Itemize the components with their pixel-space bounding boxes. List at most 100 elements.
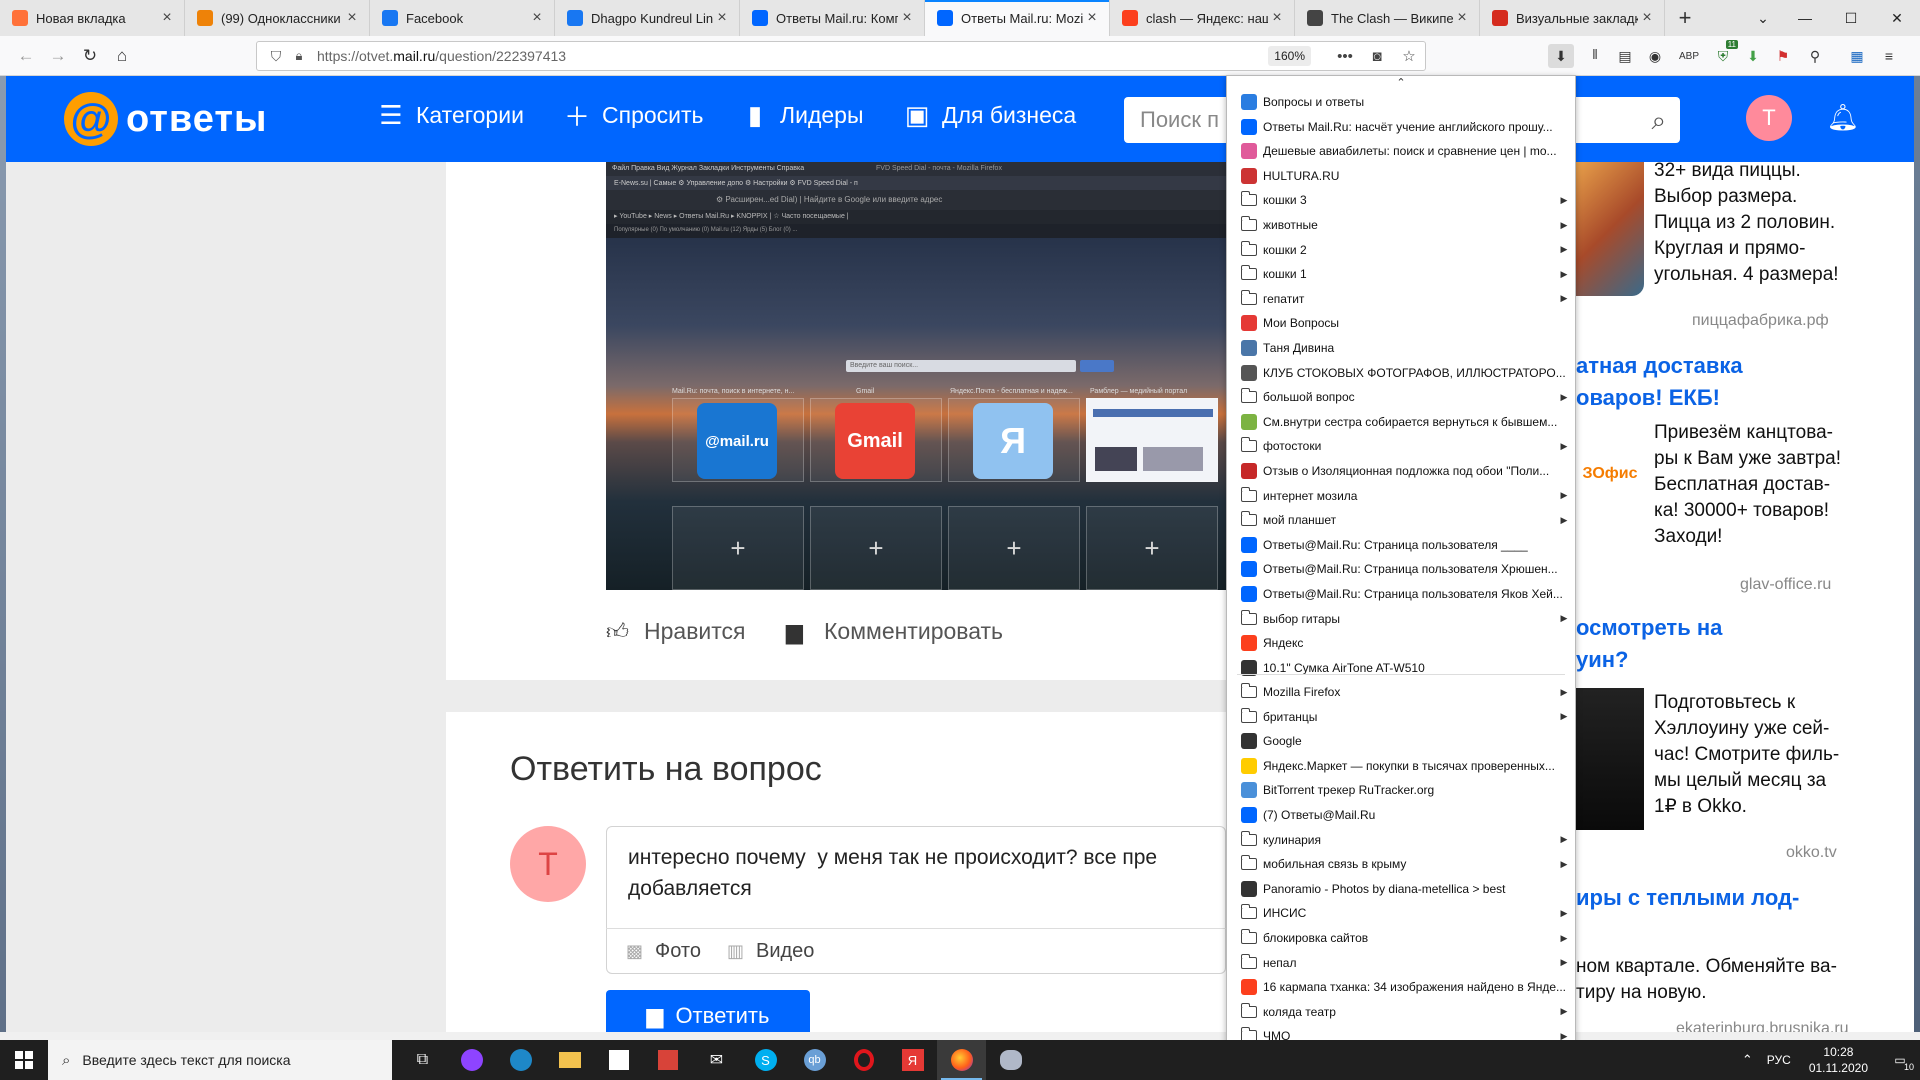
bookmark-folder[interactable]: фотостоки ▶	[1227, 434, 1575, 458]
extension-shield-icon[interactable]: ⛨ 11	[1710, 40, 1738, 68]
windows-start-button[interactable]	[0, 1040, 48, 1080]
close-tab-icon[interactable]: ×	[713, 9, 731, 27]
bookmark-item[interactable]: Ответы@Mail.Ru: Страница пользователя __…	[1227, 533, 1575, 557]
office-ad-text[interactable]: Привезём канцтова- ры к Вам уже завтра! …	[1654, 420, 1841, 550]
close-tab-icon[interactable]: ×	[898, 9, 916, 27]
close-tab-icon[interactable]: ×	[158, 9, 176, 27]
bell-icon[interactable]: 🔔︎	[1826, 100, 1860, 134]
video-button[interactable]: Видео	[756, 940, 814, 963]
close-tab-icon[interactable]: ×	[1638, 9, 1656, 27]
tab-3[interactable]: Dhagpo Kundreul Ling ×	[555, 0, 740, 36]
nav-ask[interactable]: ＋ Спросить	[562, 100, 704, 132]
task-view-icon[interactable]: ⧉	[398, 1040, 447, 1080]
scroll-up-arrow[interactable]: ⌃	[1227, 76, 1575, 90]
close-tab-icon[interactable]: ×	[343, 9, 361, 27]
maximize-button[interactable]: ☐	[1828, 0, 1874, 36]
tray-chevron-icon[interactable]: ⌃	[1742, 1052, 1753, 1068]
tab-0[interactable]: Новая вкладка ×	[0, 0, 185, 36]
okko-ad-title[interactable]: осмотреть на уин?	[1576, 612, 1722, 676]
store-icon[interactable]	[594, 1040, 643, 1080]
bookmark-folder[interactable]: блокировка сайтов ▶	[1227, 926, 1575, 950]
bookmark-item[interactable]: Яндекс.Маркет — покупки в тысячах провер…	[1227, 754, 1575, 778]
page-actions-icon[interactable]: •••	[1329, 48, 1361, 65]
bookmark-folder[interactable]: выбор гитары ▶	[1227, 607, 1575, 631]
bookmark-item[interactable]: Вопросы и ответы	[1227, 90, 1575, 114]
bookmark-folder[interactable]: кошки 2 ▶	[1227, 238, 1575, 262]
bookmark-folder[interactable]: кошки 1 ▶	[1227, 262, 1575, 286]
tab-4[interactable]: Ответы Mail.ru: Компь ×	[740, 0, 925, 36]
lock-icon[interactable]: 🔒︎	[289, 48, 309, 64]
flag-extension-icon[interactable]: ⚑	[1770, 44, 1796, 68]
bookmark-item[interactable]: HULTURA.RU	[1227, 164, 1575, 188]
bookmark-folder[interactable]: непал ▶	[1227, 951, 1575, 975]
close-tab-icon[interactable]: ×	[1453, 9, 1471, 27]
bookmark-folder[interactable]: кулинария ▶	[1227, 828, 1575, 852]
like-button[interactable]: 👍︎ Нравится	[606, 618, 746, 645]
bookmark-item[interactable]: Ответы@Mail.Ru: Страница пользователя Хр…	[1227, 557, 1575, 581]
tab-6[interactable]: clash — Яндекс: нашл ×	[1110, 0, 1295, 36]
bookmark-item[interactable]: (7) Ответы@Mail.Ru	[1227, 803, 1575, 827]
office-ad-title[interactable]: атная доставка оваров! ЕКБ!	[1576, 350, 1743, 414]
bookmark-item[interactable]: BitTorrent трекер RuTracker.org	[1227, 778, 1575, 802]
bookmark-folder[interactable]: интернет мозила ▶	[1227, 484, 1575, 508]
bookmark-folder[interactable]: большой вопрос ▶	[1227, 385, 1575, 409]
pizza-ad-image[interactable]	[1576, 162, 1644, 296]
bookmark-item[interactable]: КЛУБ СТОКОВЫХ ФОТОГРАФОВ, ИЛЛЮСТРАТОРО..…	[1227, 361, 1575, 385]
paint-icon[interactable]	[986, 1040, 1035, 1080]
sidebar-icon[interactable]: ▤	[1612, 44, 1638, 68]
answer-image[interactable]: Файл Правка Вид Журнал Закладки Инструме…	[606, 162, 1226, 590]
bookmark-item[interactable]: Ответы Mail.Ru: насчёт учение английског…	[1227, 115, 1575, 139]
mail-icon[interactable]: ✉	[692, 1040, 741, 1080]
bookmark-folder[interactable]: коляда театр ▶	[1227, 1000, 1575, 1024]
bookmark-folder[interactable]: кошки 3 ▶	[1227, 188, 1575, 212]
flat-ad-title[interactable]: иры с теплыми лод-	[1576, 882, 1799, 914]
tab-2[interactable]: Facebook ×	[370, 0, 555, 36]
tab-1[interactable]: (99) Одноклассники ×	[185, 0, 370, 36]
clock[interactable]: 10:28 01.11.2020	[1809, 1044, 1868, 1076]
bookmark-folder[interactable]: мобильная связь в крыму ▶	[1227, 852, 1575, 876]
bookmark-item[interactable]: См.внутри сестра собирается вернуться к …	[1227, 410, 1575, 434]
minimize-button[interactable]: —	[1782, 0, 1828, 36]
adblock-icon[interactable]: ABP	[1676, 44, 1702, 68]
submit-reply-button[interactable]: ▆ Ответить	[606, 990, 810, 1032]
tracking-shield-icon[interactable]: ⛉	[263, 48, 289, 65]
bookmark-folder[interactable]: Mozilla Firefox ▶	[1227, 680, 1575, 704]
pocket-icon[interactable]: ◙	[1361, 48, 1393, 65]
bookmark-item[interactable]: 10.1" Сумка AirTone AT-W510	[1227, 656, 1575, 680]
firefox-taskbar-icon[interactable]	[937, 1040, 986, 1080]
tab-5[interactable]: Ответы Mail.ru: Mozilla ×	[925, 0, 1110, 36]
bookmark-folder[interactable]: мой планшет ▶	[1227, 508, 1575, 532]
library-icon[interactable]: 𝍪	[1582, 44, 1608, 68]
bookmark-folder[interactable]: британцы ▶	[1227, 705, 1575, 729]
nav-leaders[interactable]: ▮ Лидеры	[740, 100, 864, 130]
menu-icon[interactable]: ≡	[1876, 44, 1902, 68]
bookmarks-menu-button[interactable]: ⬇	[1548, 44, 1574, 68]
close-tab-icon[interactable]: ×	[1083, 9, 1101, 27]
nav-business[interactable]: ▣ Для бизнеса	[902, 100, 1077, 130]
bookmark-item[interactable]: Panoramio - Photos by diana-metellica > …	[1227, 877, 1575, 901]
bookmark-item[interactable]: 16 кармапа тханка: 34 изображения найден…	[1227, 975, 1575, 999]
bookmark-folder[interactable]: животные ▶	[1227, 213, 1575, 237]
flat-ad-text[interactable]: ном квартале. Обменяйте ва- тиру на нову…	[1576, 954, 1837, 1006]
notifications-icon[interactable]: ▭ 10	[1880, 1040, 1920, 1080]
okko-ad-text[interactable]: Подготовьтесь к Хэллоуину уже сей- час! …	[1654, 690, 1839, 820]
cortana-icon[interactable]	[447, 1040, 496, 1080]
close-tab-icon[interactable]: ×	[1268, 9, 1286, 27]
bookmark-item[interactable]: Google	[1227, 729, 1575, 753]
tab-7[interactable]: The Clash — Википеди×	[1295, 0, 1480, 36]
image-icon[interactable]: ▩	[626, 941, 643, 962]
bookmark-item[interactable]: Дешевые авиабилеты: поиск и сравнение це…	[1227, 139, 1575, 163]
pizza-ad-domain[interactable]: пиццафабрика.рф	[1692, 312, 1829, 330]
pizza-ad-text[interactable]: 32+ вида пиццы. Выбор размера. Пицца из …	[1654, 158, 1839, 288]
bookmark-star-icon[interactable]: ☆	[1393, 47, 1425, 65]
bookmark-folder[interactable]: ИНСИС ▶	[1227, 901, 1575, 925]
file-explorer-icon[interactable]	[545, 1040, 594, 1080]
account-icon[interactable]: ◉	[1642, 44, 1668, 68]
office-ad-logo[interactable]: ЗОфис	[1576, 424, 1644, 524]
film-icon[interactable]: ▥	[727, 941, 744, 962]
skype-icon[interactable]: S	[741, 1040, 790, 1080]
language-indicator[interactable]: РУС	[1767, 1053, 1791, 1067]
office-ad-domain[interactable]: glav-office.ru	[1740, 576, 1831, 594]
forward-button[interactable]: →	[44, 42, 72, 70]
url-text[interactable]: https://otvet.mail.ru/question/222397413	[317, 48, 1268, 64]
